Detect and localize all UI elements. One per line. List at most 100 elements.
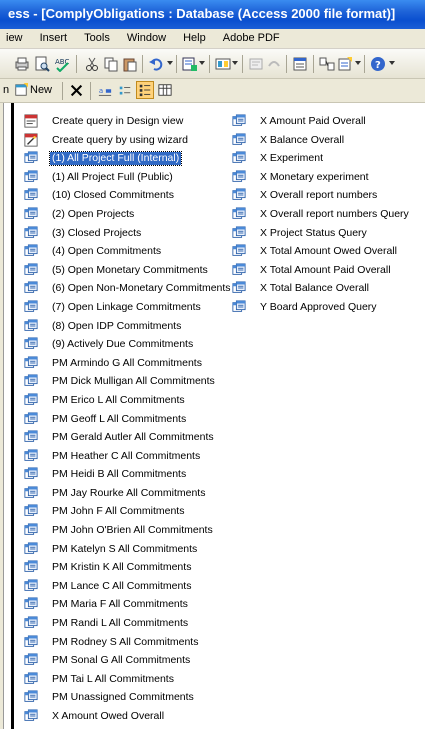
- query-list-item[interactable]: PM Heather C All Commitments: [24, 448, 224, 467]
- cut-icon[interactable]: [84, 56, 100, 72]
- query-list-item[interactable]: X Total Balance Overall: [232, 280, 422, 299]
- query-list-item[interactable]: PM Armindo G All Commitments: [24, 355, 224, 374]
- code-icon[interactable]: [248, 56, 264, 72]
- query-list-item[interactable]: (4) Open Commitments: [24, 243, 224, 262]
- small-icons-icon[interactable]: [118, 84, 132, 98]
- query-list-item-label: PM John O'Brien All Commitments: [52, 524, 213, 537]
- query-list-item[interactable]: PM Erico L All Commitments: [24, 392, 224, 411]
- query-list-left-column: Create query in Design view Create query …: [24, 113, 231, 727]
- query-list-item[interactable]: X Overall report numbers: [232, 187, 422, 206]
- toolbar-options-arrow[interactable]: [389, 61, 395, 65]
- delete-icon[interactable]: [70, 84, 83, 97]
- query-list-item[interactable]: (3) Closed Projects: [24, 225, 224, 244]
- query-list-item[interactable]: PM Tai L All Commitments: [24, 671, 224, 690]
- query-list-item[interactable]: PM Jay Rourke All Commitments: [24, 485, 224, 504]
- window-title-bar[interactable]: ess - [ComplyObligations : Database (Acc…: [0, 0, 425, 29]
- script-icon[interactable]: [266, 56, 282, 72]
- pane-left-border: [11, 103, 14, 729]
- details-icon[interactable]: [158, 83, 172, 97]
- query-list-item[interactable]: X Total Amount Paid Overall: [232, 262, 422, 281]
- menu-adobe-pdf[interactable]: Adobe PDF: [223, 32, 280, 44]
- query-icon: [24, 653, 38, 667]
- query-list-item[interactable]: PM Randi L All Commitments: [24, 615, 224, 634]
- query-list-item[interactable]: Create query by using wizard: [24, 132, 224, 151]
- query-list-item[interactable]: PM Unassigned Commitments: [24, 689, 224, 708]
- query-icon: [24, 579, 38, 593]
- menu-window[interactable]: Window: [127, 32, 166, 44]
- query-list-item[interactable]: (5) Open Monetary Commitments: [24, 262, 224, 281]
- office-links-dropdown-arrow[interactable]: [199, 61, 205, 65]
- query-list-item[interactable]: X Balance Overall: [232, 132, 422, 151]
- query-list-item[interactable]: PM Dick Mulligan All Commitments: [24, 373, 224, 392]
- copy-icon[interactable]: [103, 56, 119, 72]
- menu-tools[interactable]: Tools: [84, 32, 110, 44]
- undo-icon[interactable]: [148, 56, 164, 72]
- query-list-item[interactable]: PM Katelyn S All Commitments: [24, 541, 224, 560]
- query-list-item[interactable]: PM John F All Commitments: [24, 503, 224, 522]
- query-list-item-label: X Amount Paid Overall: [260, 115, 366, 127]
- query-list-item[interactable]: X Total Amount Owed Overall: [232, 243, 422, 262]
- query-list-item[interactable]: (2) Open Projects: [24, 206, 224, 225]
- analyze-dropdown-arrow[interactable]: [232, 61, 238, 65]
- new-object-icon[interactable]: [337, 56, 353, 72]
- query-list-item[interactable]: PM Heidi B All Commitments: [24, 466, 224, 485]
- large-icons-icon[interactable]: a: [98, 84, 112, 98]
- query-list-item[interactable]: X Project Status Query: [232, 225, 422, 244]
- query-list-item[interactable]: X Amount Owed Overall: [24, 708, 224, 727]
- query-list-item[interactable]: (1) All Project Full (Internal): [24, 150, 224, 169]
- query-list-item[interactable]: PM Geoff L All Commitments: [24, 411, 224, 430]
- new-object-dropdown-arrow[interactable]: [355, 61, 361, 65]
- paste-icon[interactable]: [122, 56, 138, 72]
- query-icon: [232, 281, 246, 295]
- query-list-item[interactable]: X Overall report numbers Query: [232, 206, 422, 225]
- query-list-item-label: (6) Open Non-Monetary Commitments: [52, 282, 231, 295]
- print-icon[interactable]: [14, 56, 30, 72]
- query-icon: [24, 263, 38, 277]
- query-list-item[interactable]: PM Maria F All Commitments: [24, 596, 224, 615]
- query-icon: [24, 542, 38, 556]
- toolbar-prefix-text: n: [3, 84, 10, 96]
- spelling-icon[interactable]: ABC: [54, 56, 70, 72]
- query-list-item[interactable]: Create query in Design view: [24, 113, 224, 132]
- help-icon[interactable]: ?: [370, 56, 386, 72]
- query-list-item-label: Create query by using wizard: [52, 133, 188, 146]
- design-view-icon: [24, 114, 38, 128]
- query-list-item[interactable]: PM Lance C All Commitments: [24, 578, 224, 597]
- new-icon[interactable]: [14, 83, 28, 97]
- query-list-item[interactable]: (10) Closed Commitments: [24, 187, 224, 206]
- office-links-icon[interactable]: [182, 56, 198, 72]
- query-list-item[interactable]: PM Gerald Autler All Commitments: [24, 429, 224, 448]
- query-icon: [232, 244, 246, 258]
- query-icon: [24, 486, 38, 500]
- query-list-item[interactable]: (1) All Project Full (Public): [24, 169, 224, 188]
- properties-icon[interactable]: [292, 56, 308, 72]
- print-preview-icon[interactable]: [34, 56, 50, 72]
- relationships-icon[interactable]: [319, 56, 335, 72]
- query-list-item[interactable]: Y Board Approved Query: [232, 299, 422, 318]
- menu-insert[interactable]: Insert: [40, 32, 68, 44]
- new-button[interactable]: New: [30, 84, 52, 96]
- query-list-item[interactable]: PM Kristin K All Commitments: [24, 559, 224, 578]
- list-icon: [139, 84, 151, 97]
- list-view-toggle[interactable]: [136, 81, 154, 99]
- query-list-item[interactable]: PM Sonal G All Commitments: [24, 652, 224, 671]
- query-icon: [24, 151, 38, 165]
- query-list-item[interactable]: X Experiment: [232, 150, 422, 169]
- query-list-item[interactable]: PM John O'Brien All Commitments: [24, 522, 224, 541]
- query-icon: [24, 337, 38, 351]
- query-list-item[interactable]: X Monetary experiment: [232, 169, 422, 188]
- menu-view[interactable]: iew: [6, 32, 23, 44]
- query-list-item[interactable]: (7) Open Linkage Commitments: [24, 299, 224, 318]
- analyze-icon[interactable]: [215, 56, 231, 72]
- query-list-item[interactable]: (6) Open Non-Monetary Commitments: [24, 280, 231, 299]
- query-icon: [24, 170, 38, 184]
- menu-help[interactable]: Help: [183, 32, 206, 44]
- query-list-item[interactable]: X Amount Paid Overall: [232, 113, 422, 132]
- query-list-item[interactable]: (8) Open IDP Commitments: [24, 318, 224, 337]
- query-list-item[interactable]: PM Rodney S All Commitments: [24, 634, 224, 653]
- query-list-item-label: Y Board Approved Query: [260, 300, 377, 313]
- query-icon: [232, 226, 246, 240]
- undo-dropdown-arrow[interactable]: [167, 61, 173, 65]
- query-list-item[interactable]: (9) Actively Due Commitments: [24, 336, 224, 355]
- query-icon: [24, 393, 38, 407]
